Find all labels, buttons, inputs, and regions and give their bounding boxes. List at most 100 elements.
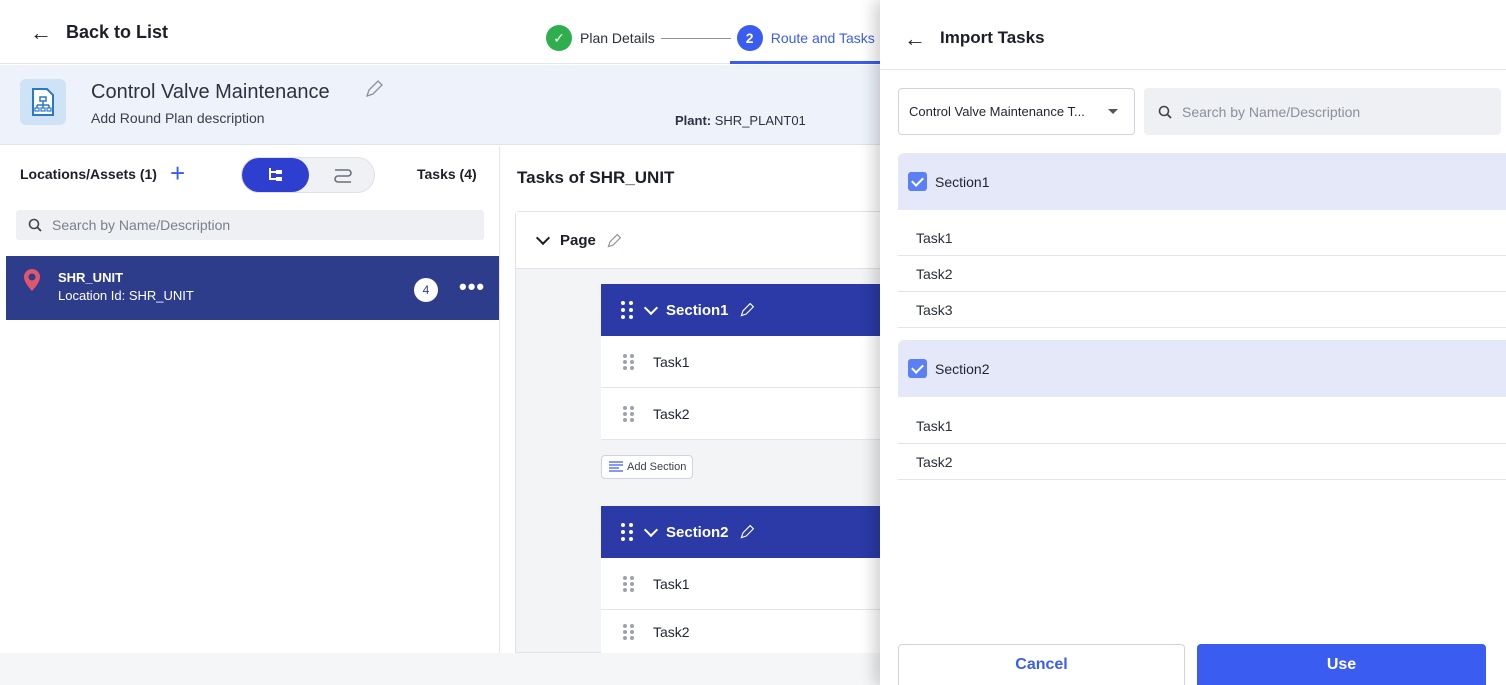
import-section-row[interactable]: Section1 — [898, 153, 1506, 210]
drag-handle-icon[interactable] — [621, 301, 634, 319]
section-card: Section1 Task1 Task2 — [601, 284, 881, 440]
drawer-title-row: ← Import Tasks — [904, 27, 1045, 49]
drawer-search-input[interactable]: Search by Name/Description — [1144, 88, 1501, 135]
locations-panel: Locations/Assets (1) + Tasks (4) Search … — [0, 146, 500, 653]
import-task-row[interactable]: Task2 — [898, 256, 1506, 292]
hierarchy-view-button[interactable] — [242, 158, 309, 192]
add-section-label: Add Section — [627, 461, 687, 473]
search-placeholder: Search by Name/Description — [1182, 103, 1361, 120]
chevron-down-icon[interactable] — [643, 300, 659, 315]
view-toggle[interactable] — [241, 157, 375, 193]
search-placeholder: Search by Name/Description — [52, 217, 231, 233]
page-toggle[interactable]: Page — [535, 230, 622, 249]
back-to-list-link[interactable]: ← Back to List — [30, 19, 169, 45]
plan-title: Control Valve Maintenance — [91, 81, 330, 103]
task-row[interactable]: Task2 — [601, 610, 881, 654]
checkbox-checked-icon[interactable] — [908, 359, 927, 378]
edit-pencil-icon — [740, 302, 754, 317]
section-name: Section1 — [666, 301, 729, 319]
arrow-left-icon[interactable]: ← — [904, 27, 926, 49]
checkbox-checked-icon[interactable] — [908, 172, 927, 191]
step-route-and-tasks[interactable]: Route and Tasks — [771, 30, 875, 46]
page-card: Page Section1 Task1 Task2 Add Section Se… — [515, 211, 881, 654]
hierarchy-icon — [268, 168, 282, 181]
template-select-value: Control Valve Maintenance T... — [909, 104, 1085, 119]
chevron-down-icon[interactable] — [643, 522, 659, 537]
import-task-row[interactable]: Task1 — [898, 220, 1506, 256]
location-name: SHR_UNIT — [58, 270, 124, 285]
chevron-down-icon — [535, 230, 551, 246]
import-section-name: Section1 — [935, 173, 990, 190]
import-tasks-drawer: ← Import Tasks Control Valve Maintenance… — [880, 0, 1506, 685]
import-section-row[interactable]: Section2 — [898, 340, 1506, 397]
import-task-name: Task1 — [916, 417, 953, 434]
plan-description[interactable]: Add Round Plan description — [91, 110, 265, 126]
add-section-icon — [609, 461, 623, 472]
search-icon — [1158, 105, 1172, 119]
more-options-icon[interactable]: ••• — [459, 274, 485, 300]
import-task-row[interactable]: Task1 — [898, 408, 1506, 444]
task-count-badge: 4 — [414, 278, 438, 302]
stepper: ✓ Plan Details 2 Route and Tasks — [546, 24, 875, 52]
tasks-panel-title: Tasks of SHR_UNIT — [517, 168, 675, 187]
edit-pencil-icon — [740, 524, 754, 539]
plant-info: Plant: SHR_PLANT01 — [675, 113, 806, 128]
task-row[interactable]: Task2 — [601, 388, 881, 440]
arrow-left-icon: ← — [30, 19, 52, 45]
task-name: Task2 — [653, 405, 690, 422]
step-plan-details[interactable]: Plan Details — [580, 30, 655, 46]
location-id: Location Id: SHR_UNIT — [58, 288, 194, 303]
use-button[interactable]: Use — [1197, 644, 1486, 685]
route-view-button[interactable] — [309, 158, 376, 192]
add-section-button[interactable]: Add Section — [601, 455, 694, 479]
import-task-name: Task3 — [916, 301, 953, 318]
edit-pencil-icon[interactable] — [364, 79, 384, 99]
import-task-name: Task2 — [916, 453, 953, 470]
search-icon — [28, 218, 42, 232]
import-task-row[interactable]: Task2 — [898, 444, 1506, 480]
back-to-list-label: Back to List — [66, 22, 169, 42]
bottom-strip — [0, 653, 880, 685]
drawer-header: ← Import Tasks — [880, 0, 1506, 70]
section-name: Section2 — [666, 523, 729, 541]
location-search-input[interactable]: Search by Name/Description — [16, 210, 484, 240]
caret-down-icon — [1108, 109, 1118, 114]
task-name: Task1 — [653, 575, 690, 592]
location-row-selected[interactable]: SHR_UNIT Location Id: SHR_UNIT 4 ••• — [6, 256, 499, 320]
active-step-underline — [730, 61, 890, 64]
plant-label: Plant: — [675, 113, 712, 128]
task-row[interactable]: Task1 — [601, 558, 881, 610]
edit-pencil-icon — [607, 233, 622, 247]
task-name: Task1 — [653, 353, 690, 370]
template-select[interactable]: Control Valve Maintenance T... — [898, 88, 1135, 135]
import-task-name: Task1 — [916, 229, 953, 246]
tasks-count: Tasks (4) — [417, 166, 477, 182]
drag-handle-icon[interactable] — [621, 523, 634, 541]
plan-header: Control Valve Maintenance Add Round Plan… — [0, 65, 880, 145]
drag-handle-icon[interactable] — [623, 353, 635, 370]
section-header[interactable]: Section2 — [601, 506, 881, 558]
locations-title: Locations/Assets (1) — [20, 166, 157, 182]
drag-handle-icon[interactable] — [623, 405, 635, 422]
task-row[interactable]: Task1 — [601, 336, 881, 388]
round-plan-icon — [20, 79, 66, 125]
section-card: Section2 Task1 Task2 — [601, 506, 881, 654]
cancel-button[interactable]: Cancel — [898, 644, 1185, 685]
route-icon — [333, 169, 352, 183]
import-task-row[interactable]: Task3 — [898, 292, 1506, 328]
add-location-plus-icon[interactable]: + — [170, 160, 185, 186]
step-done-check-icon: ✓ — [546, 25, 572, 51]
drag-handle-icon[interactable] — [623, 575, 635, 592]
tasks-panel: Tasks of SHR_UNIT Page Section1 Task1 Ta… — [500, 146, 881, 654]
page-header[interactable]: Page — [516, 212, 881, 269]
section-header[interactable]: Section1 — [601, 284, 881, 336]
import-task-name: Task2 — [916, 265, 953, 282]
task-name: Task2 — [653, 623, 690, 640]
plant-value: SHR_PLANT01 — [714, 113, 806, 128]
page-label: Page — [560, 232, 596, 249]
step-connector — [660, 37, 731, 39]
import-section-name: Section2 — [935, 360, 990, 377]
step-number-badge: 2 — [736, 25, 763, 51]
drag-handle-icon[interactable] — [623, 623, 635, 640]
drawer-title: Import Tasks — [940, 28, 1045, 47]
